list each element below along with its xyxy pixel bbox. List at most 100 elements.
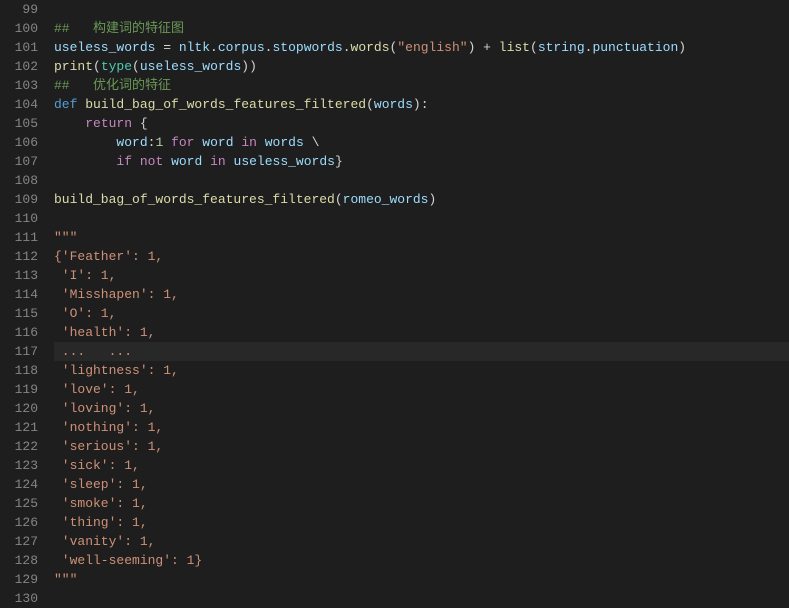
code-line[interactable]: 'O': 1,	[54, 304, 789, 323]
code-line[interactable]: ... ...	[54, 342, 789, 361]
line-number: 101	[0, 38, 38, 57]
code-line[interactable]: def build_bag_of_words_features_filtered…	[54, 95, 789, 114]
line-number: 99	[0, 0, 38, 19]
line-number: 119	[0, 380, 38, 399]
code-token: romeo_words	[343, 192, 429, 207]
code-editor[interactable]: 9910010110210310410510610710810911011111…	[0, 0, 789, 591]
code-line[interactable]: word:1 for word in words \	[54, 133, 789, 152]
code-token: if	[116, 154, 132, 169]
code-line[interactable]: 'health': 1,	[54, 323, 789, 342]
line-number-gutter: 9910010110210310410510610710810911011111…	[0, 0, 50, 591]
code-token: 'vanity': 1,	[54, 534, 155, 549]
code-line[interactable]	[54, 0, 789, 19]
code-token	[226, 154, 234, 169]
code-token: 'I': 1,	[54, 268, 116, 283]
code-token: 'loving': 1,	[54, 401, 155, 416]
code-line[interactable]: 'vanity': 1,	[54, 532, 789, 551]
code-line[interactable]: 'lightness': 1,	[54, 361, 789, 380]
code-token: 'lightness': 1,	[54, 363, 179, 378]
code-line[interactable]: print(type(useless_words))	[54, 57, 789, 76]
code-line[interactable]: 'well-seeming': 1}	[54, 551, 789, 570]
code-token: punctuation	[592, 40, 678, 55]
code-line[interactable]: 'sleep': 1,	[54, 475, 789, 494]
code-token	[132, 154, 140, 169]
code-line[interactable]: 'nothing': 1,	[54, 418, 789, 437]
code-token: 'serious': 1,	[54, 439, 163, 454]
code-line[interactable]: useless_words = nltk.corpus.stopwords.wo…	[54, 38, 789, 57]
code-token: list	[499, 40, 530, 55]
code-line[interactable]: ## 构建词的特征图	[54, 19, 789, 38]
code-token: 'love': 1,	[54, 382, 140, 397]
code-line[interactable]: build_bag_of_words_features_filtered(rom…	[54, 190, 789, 209]
line-number: 112	[0, 247, 38, 266]
line-number: 100	[0, 19, 38, 38]
code-line[interactable]: if not word in useless_words}	[54, 152, 789, 171]
code-line[interactable]: {'Feather': 1,	[54, 247, 789, 266]
code-token: for	[171, 135, 194, 150]
code-token: def	[54, 97, 85, 112]
code-token: 'sleep': 1,	[54, 477, 148, 492]
code-token: )	[678, 40, 686, 55]
line-number: 113	[0, 266, 38, 285]
code-line[interactable]: 'smoke': 1,	[54, 494, 789, 513]
code-line[interactable]: ## 优化词的特征	[54, 76, 789, 95]
line-number: 110	[0, 209, 38, 228]
code-token: 'smoke': 1,	[54, 496, 148, 511]
code-token	[163, 154, 171, 169]
line-number: 129	[0, 570, 38, 589]
code-token: return	[85, 116, 132, 131]
line-number: 102	[0, 57, 38, 76]
code-token: 'O': 1,	[54, 306, 116, 321]
line-number: 109	[0, 190, 38, 209]
code-line[interactable]: """	[54, 570, 789, 589]
code-line[interactable]: 'loving': 1,	[54, 399, 789, 418]
code-token	[54, 154, 116, 169]
code-token: """	[54, 572, 77, 587]
code-token: +	[475, 40, 498, 55]
code-token	[54, 116, 85, 131]
code-token: word	[171, 154, 202, 169]
code-token: useless_words	[140, 59, 241, 74]
code-token: """	[54, 230, 77, 245]
line-number: 111	[0, 228, 38, 247]
code-line[interactable]: return {	[54, 114, 789, 133]
line-number: 105	[0, 114, 38, 133]
code-line[interactable]	[54, 209, 789, 228]
code-token: .	[343, 40, 351, 55]
code-token	[257, 135, 265, 150]
code-token: (	[530, 40, 538, 55]
code-line[interactable]: """	[54, 228, 789, 247]
code-token: (	[366, 97, 374, 112]
line-number: 115	[0, 304, 38, 323]
code-token: 'well-seeming': 1}	[54, 553, 202, 568]
code-token: )	[429, 192, 437, 207]
code-token: 'health': 1,	[54, 325, 155, 340]
code-token: ##	[54, 21, 77, 36]
code-token: string	[538, 40, 585, 55]
code-token: in	[241, 135, 257, 150]
code-token	[163, 135, 171, 150]
code-token: ))	[241, 59, 257, 74]
line-number: 123	[0, 456, 38, 475]
line-number: 130	[0, 589, 38, 608]
code-area[interactable]: ## 构建词的特征图useless_words = nltk.corpus.st…	[50, 0, 789, 591]
code-line[interactable]: 'thing': 1,	[54, 513, 789, 532]
code-line[interactable]	[54, 589, 789, 608]
code-line[interactable]: 'sick': 1,	[54, 456, 789, 475]
code-line[interactable]	[54, 171, 789, 190]
line-number: 118	[0, 361, 38, 380]
code-token: (	[132, 59, 140, 74]
code-line[interactable]: 'love': 1,	[54, 380, 789, 399]
code-line[interactable]: 'serious': 1,	[54, 437, 789, 456]
code-token	[54, 135, 116, 150]
line-number: 128	[0, 551, 38, 570]
code-token: ... ...	[54, 344, 132, 359]
line-number: 116	[0, 323, 38, 342]
code-line[interactable]: 'Misshapen': 1,	[54, 285, 789, 304]
code-token: }	[335, 154, 343, 169]
code-token: stopwords	[272, 40, 342, 55]
code-token: useless_words	[234, 154, 335, 169]
code-line[interactable]: 'I': 1,	[54, 266, 789, 285]
line-number: 114	[0, 285, 38, 304]
code-token: 优化词的特征	[77, 78, 171, 93]
